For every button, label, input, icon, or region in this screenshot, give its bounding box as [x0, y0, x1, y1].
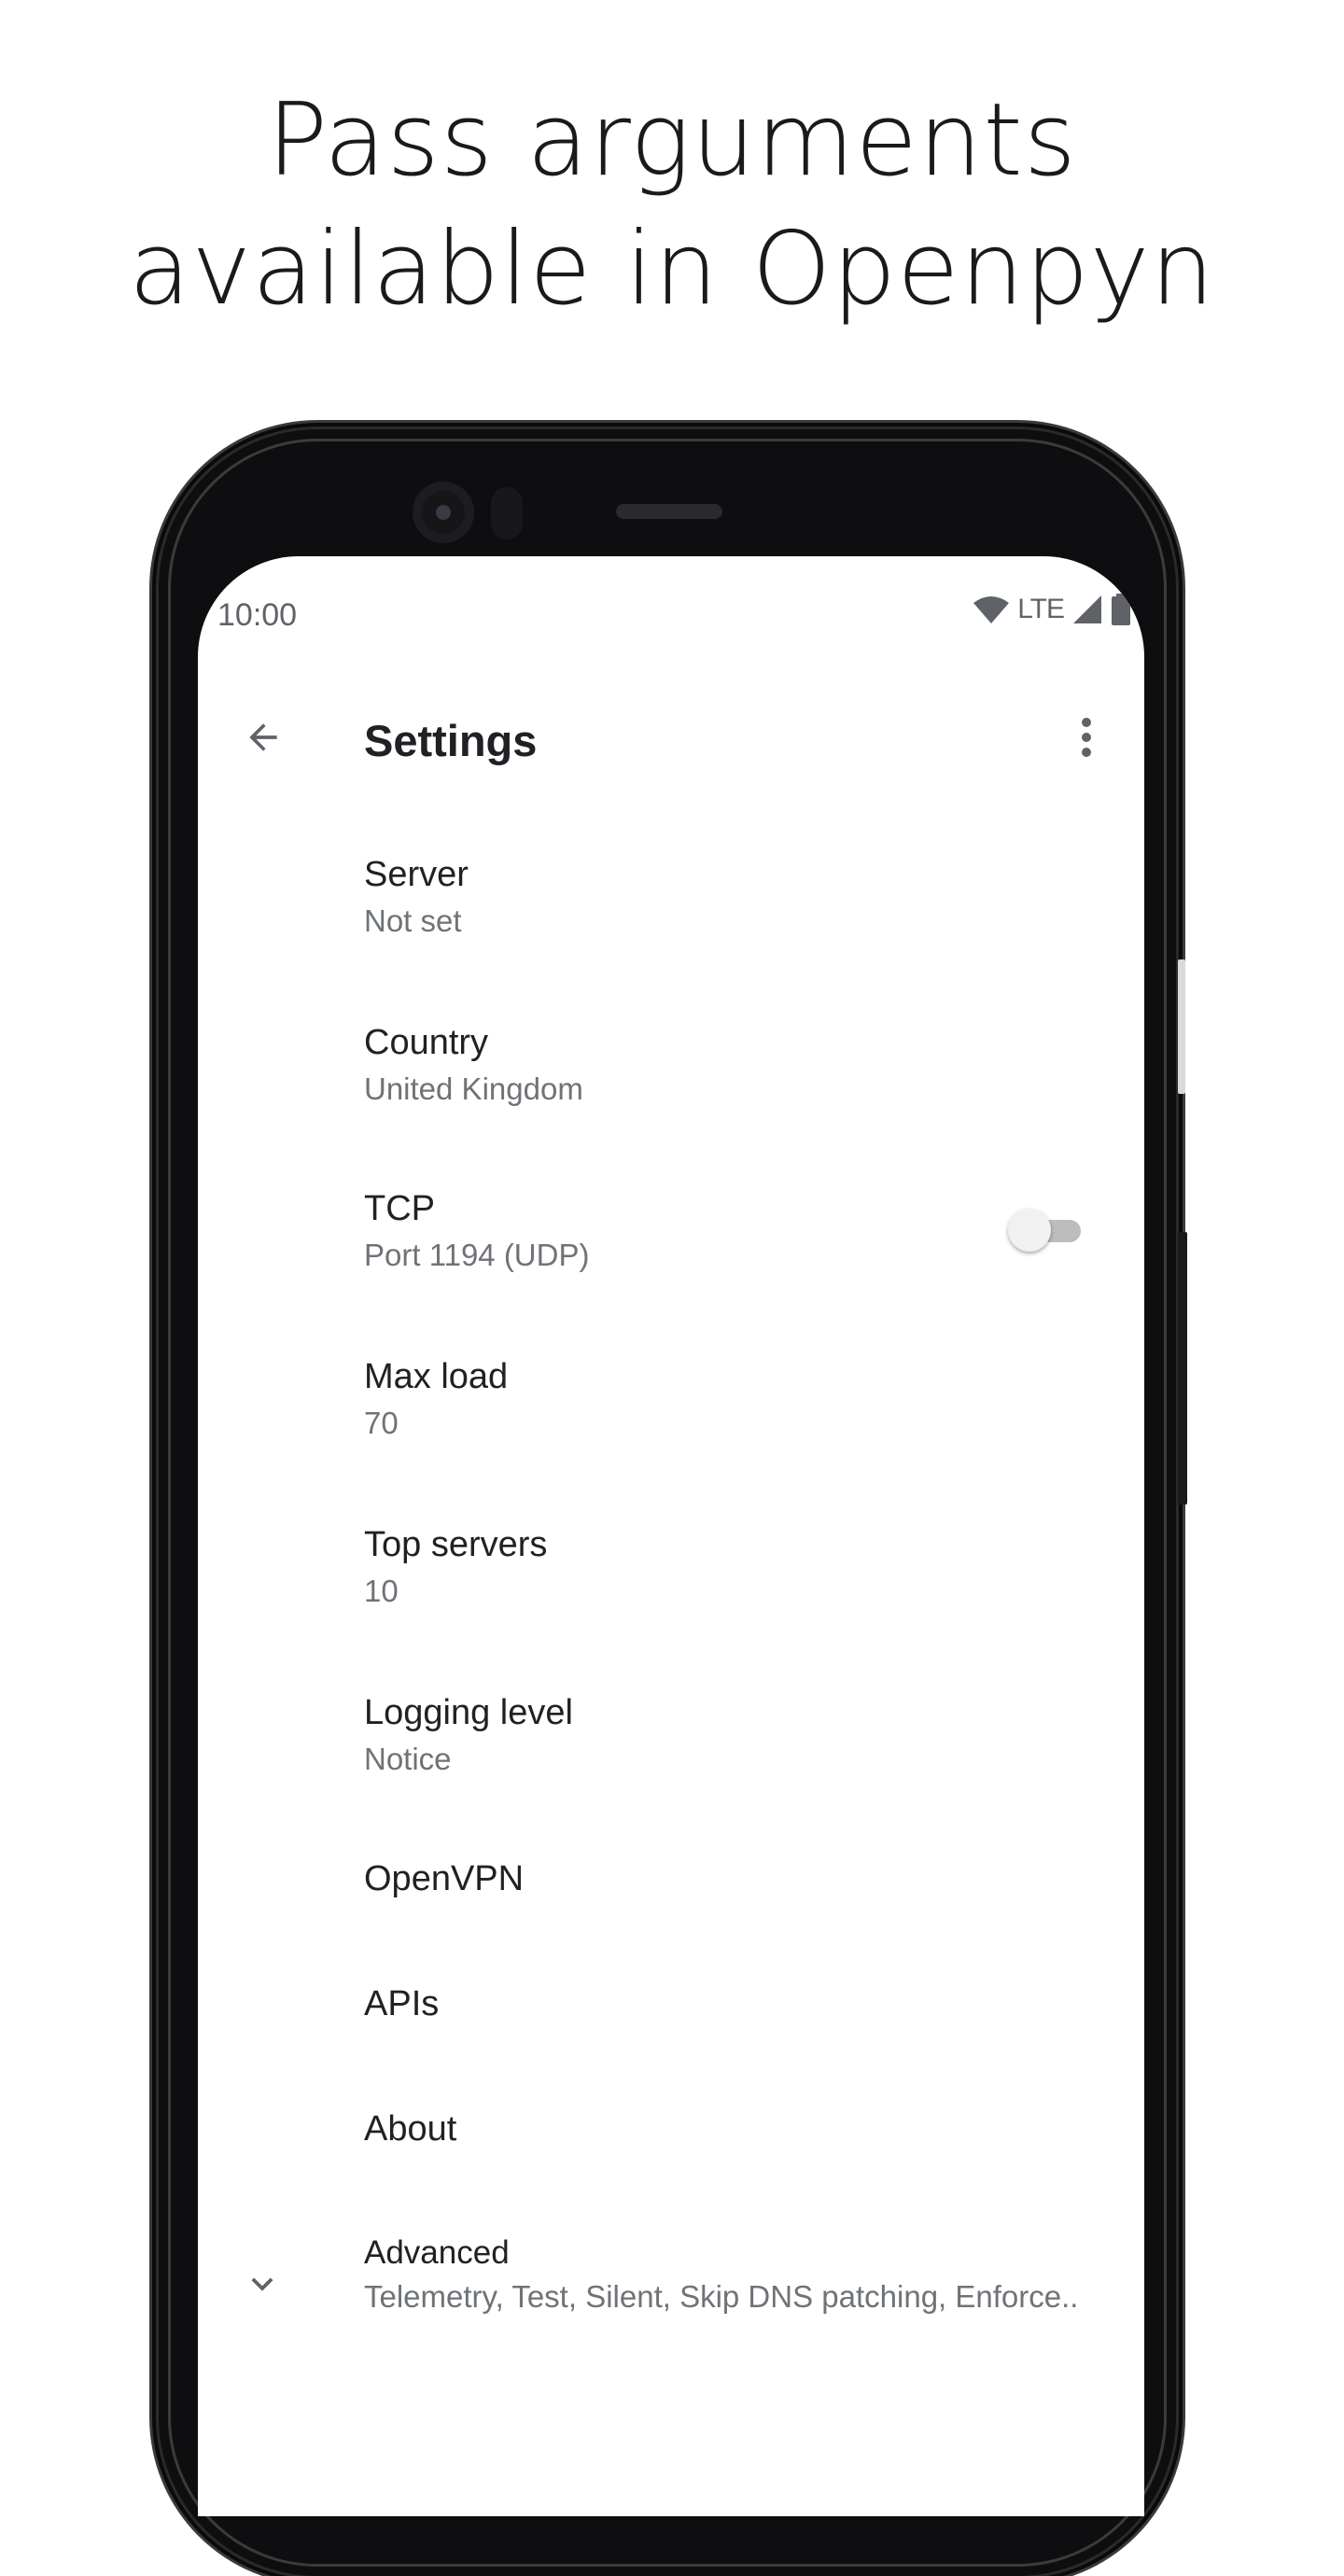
battery-icon	[1112, 594, 1130, 625]
headline-line-2: available in Openpyn	[129, 211, 1215, 328]
phone-side-button	[1178, 959, 1185, 1094]
pref-title: Country	[364, 1023, 489, 1062]
pref-title: About	[364, 2109, 457, 2149]
proximity-sensor	[491, 487, 523, 539]
pref-summary: Notice	[364, 1742, 452, 1776]
pref-title: APIs	[364, 1984, 440, 2023]
pref-summary: Port 1194 (UDP)	[364, 1238, 590, 1272]
pref-title: Max load	[364, 1357, 509, 1396]
pref-title: TCP	[364, 1189, 435, 1228]
back-button[interactable]	[237, 711, 289, 763]
earpiece-speaker	[616, 504, 722, 519]
pref-summary: Telemetry, Test, Silent, Skip DNS patchi…	[364, 2279, 1079, 2314]
pref-max-load[interactable]: Max load 70	[198, 1340, 1144, 1490]
pref-title: Advanced	[364, 2234, 510, 2271]
pref-summary: Not set	[364, 903, 462, 938]
wifi-icon	[973, 596, 1010, 623]
pref-country[interactable]: Country United Kingdom	[198, 1004, 1144, 1154]
switch-thumb	[1008, 1209, 1051, 1252]
more-vert-icon	[1082, 718, 1091, 757]
pref-openvpn[interactable]: OpenVPN	[198, 1844, 1144, 1956]
network-type-label: LTE	[1017, 594, 1065, 624]
front-camera	[413, 482, 474, 543]
phone-power-button	[1178, 1232, 1187, 1505]
chevron-down-icon	[251, 2277, 273, 2291]
pref-summary: United Kingdom	[364, 1071, 583, 1106]
pref-apis[interactable]: APIs	[198, 1969, 1144, 2081]
headline-line-1: Pass arguments	[267, 82, 1077, 199]
app-bar: Settings	[198, 678, 1144, 797]
pref-top-servers[interactable]: Top servers 10	[198, 1508, 1144, 1658]
tcp-toggle-switch[interactable]	[1008, 1204, 1085, 1256]
pref-summary: 10	[364, 1574, 399, 1608]
cellular-signal-icon	[1073, 595, 1101, 623]
phone-screen: 10:00 LTE Settings Server Not set Countr…	[198, 556, 1144, 2516]
pref-title: Top servers	[364, 1525, 548, 1564]
pref-advanced[interactable]: Advanced Telemetry, Test, Silent, Skip D…	[198, 2218, 1144, 2367]
overflow-menu-button[interactable]	[1068, 711, 1105, 763]
status-time: 10:00	[217, 597, 298, 633]
pref-about[interactable]: About	[198, 2094, 1144, 2206]
pref-title: Server	[364, 855, 469, 894]
pref-summary: 70	[364, 1406, 399, 1440]
back-arrow-icon	[249, 723, 277, 751]
pref-title: OpenVPN	[364, 1859, 525, 1898]
pref-server[interactable]: Server Not set	[198, 836, 1144, 986]
pref-logging-level[interactable]: Logging level Notice	[198, 1676, 1144, 1826]
pref-tcp[interactable]: TCP Port 1194 (UDP)	[198, 1172, 1144, 1322]
status-icons: LTE	[973, 594, 1131, 625]
promo-headline: Pass arguments available in Openpyn	[0, 77, 1344, 334]
pref-title: Logging level	[364, 1693, 573, 1732]
page-title: Settings	[364, 716, 538, 765]
